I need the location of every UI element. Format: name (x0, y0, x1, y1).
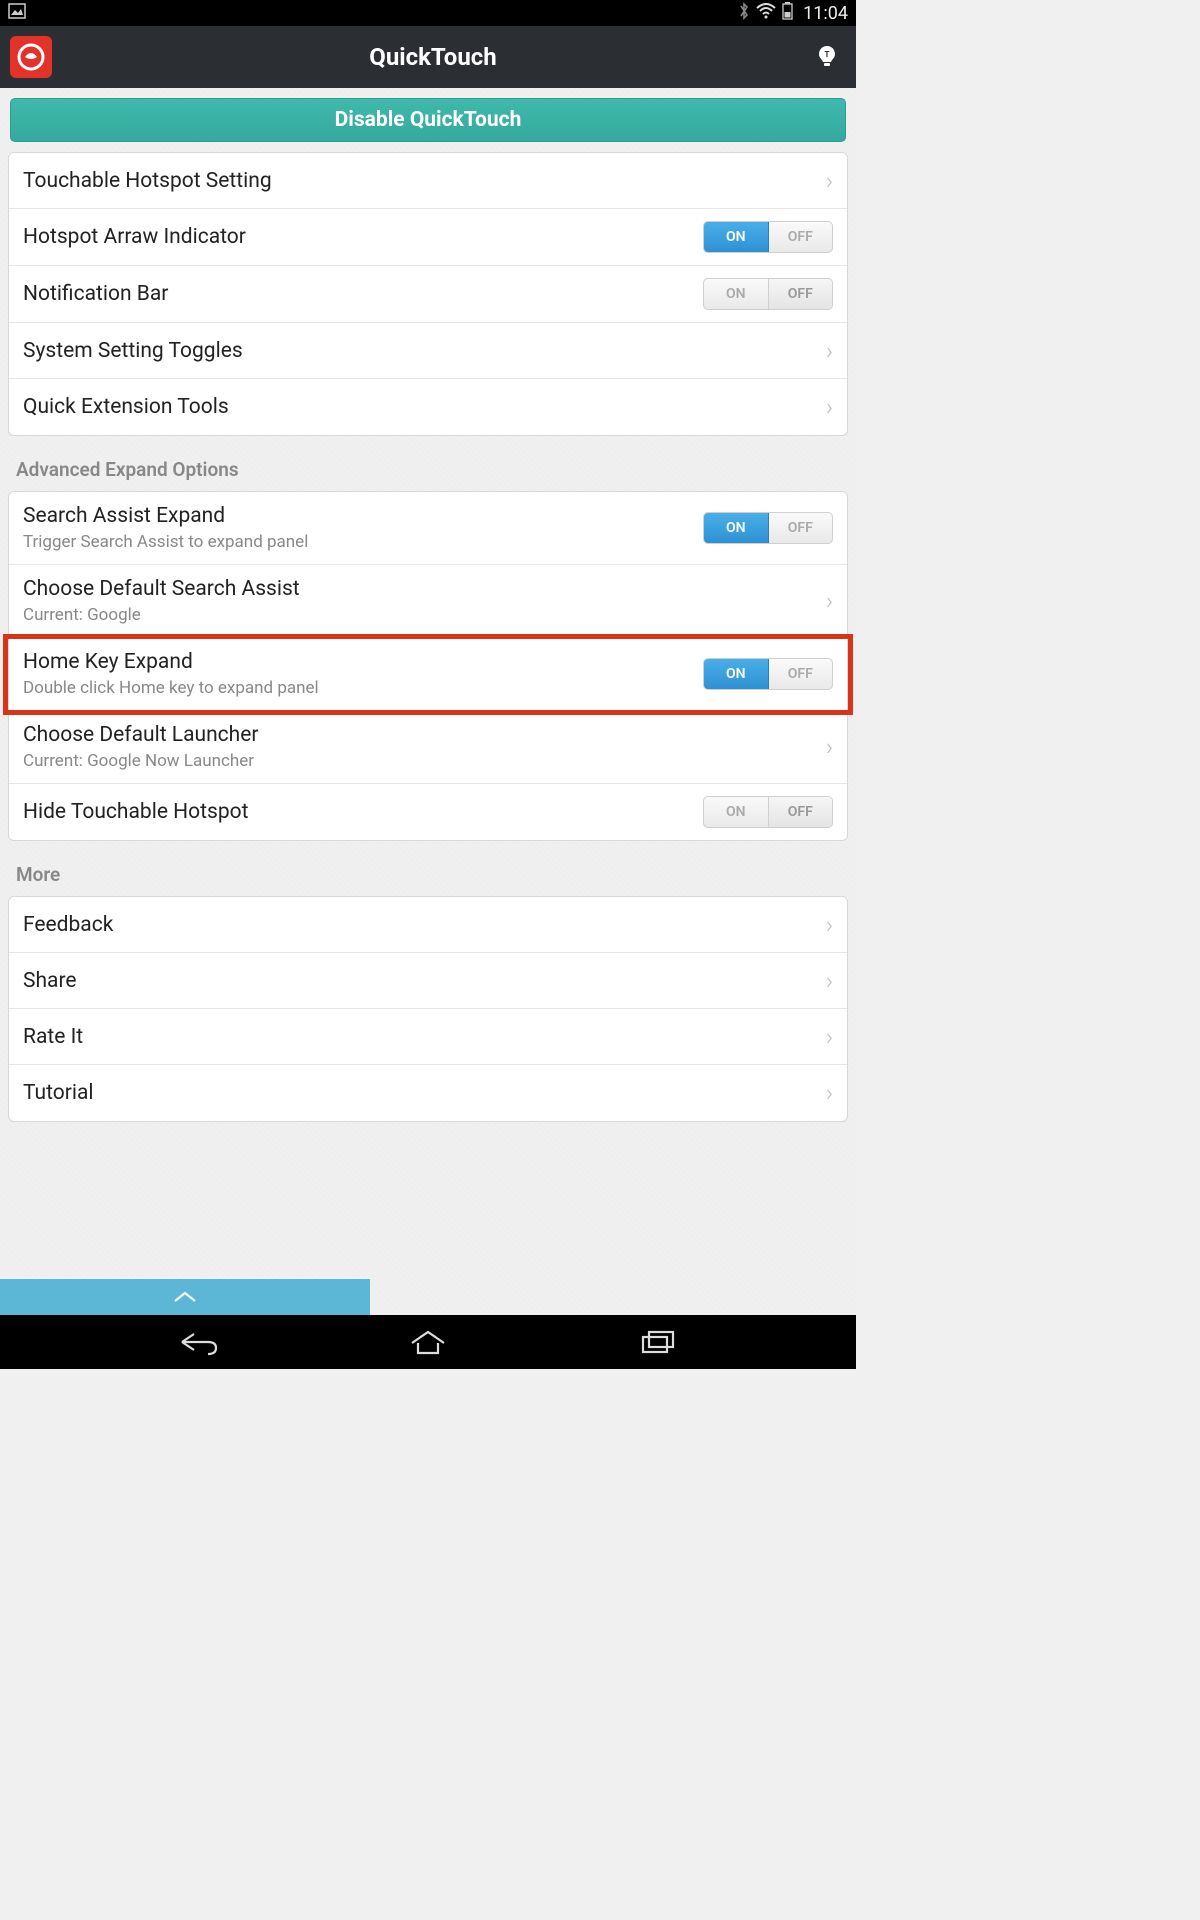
row-home-key-expand[interactable]: Home Key Expand Double click Home key to… (9, 638, 847, 711)
toggle-off-label: OFF (769, 222, 833, 252)
content-area: Disable QuickTouch Touchable Hotspot Set… (0, 88, 856, 1315)
row-title: Search Assist Expand (23, 504, 703, 528)
picture-icon (8, 3, 26, 23)
toggle-search-assist-expand[interactable]: ON OFF (703, 512, 833, 544)
row-title: Rate It (23, 1025, 818, 1049)
tips-icon[interactable]: T (814, 44, 840, 70)
row-hide-touchable-hotspot[interactable]: Hide Touchable Hotspot ON OFF (9, 784, 847, 840)
row-choose-search-assist[interactable]: Choose Default Search Assist Current: Go… (9, 565, 847, 638)
row-subtitle: Current: Google (23, 605, 818, 625)
row-rate-it[interactable]: Rate It › (9, 1009, 847, 1065)
status-bar: 11:04 (0, 0, 856, 26)
app-icon (10, 36, 52, 78)
row-title: Notification Bar (23, 282, 703, 306)
settings-group-more: Feedback › Share › Rate It › Tutorial › (8, 896, 848, 1122)
settings-group-advanced: Search Assist Expand Trigger Search Assi… (8, 491, 848, 841)
row-title: Hide Touchable Hotspot (23, 800, 703, 824)
app-title: QuickTouch (52, 43, 814, 71)
toggle-on-label: ON (704, 797, 769, 827)
chevron-right-icon: › (826, 911, 833, 939)
toggle-on-label: ON (704, 279, 769, 309)
row-title: Home Key Expand (23, 650, 703, 674)
row-choose-launcher[interactable]: Choose Default Launcher Current: Google … (9, 711, 847, 784)
toggle-notification-bar[interactable]: ON OFF (703, 278, 833, 310)
settings-group-main: Touchable Hotspot Setting › Hotspot Arra… (8, 152, 848, 436)
row-title: Feedback (23, 913, 818, 937)
row-search-assist-expand[interactable]: Search Assist Expand Trigger Search Assi… (9, 492, 847, 565)
app-header: QuickTouch T (0, 26, 856, 88)
toggle-on-label: ON (704, 513, 769, 543)
chevron-right-icon: › (826, 733, 833, 761)
section-header-more: More (0, 851, 856, 896)
battery-icon (782, 2, 793, 24)
row-notification-bar[interactable]: Notification Bar ON OFF (9, 266, 847, 323)
expand-panel-handle[interactable] (0, 1279, 370, 1315)
toggle-off-label: OFF (769, 513, 833, 543)
row-subtitle: Trigger Search Assist to expand panel (23, 532, 703, 552)
nav-bar (0, 1315, 856, 1369)
chevron-right-icon: › (826, 1023, 833, 1051)
section-header-advanced: Advanced Expand Options (0, 446, 856, 491)
toggle-on-label: ON (704, 659, 769, 689)
chevron-right-icon: › (826, 393, 833, 421)
row-share[interactable]: Share › (9, 953, 847, 1009)
toggle-hotspot-arrow[interactable]: ON OFF (703, 221, 833, 253)
toggle-on-label: ON (704, 222, 769, 252)
row-title: Tutorial (23, 1081, 818, 1105)
row-subtitle: Current: Google Now Launcher (23, 751, 818, 771)
toggle-off-label: OFF (769, 659, 833, 689)
row-touchable-hotspot-setting[interactable]: Touchable Hotspot Setting › (9, 153, 847, 209)
row-tutorial[interactable]: Tutorial › (9, 1065, 847, 1121)
row-quick-extension-tools[interactable]: Quick Extension Tools › (9, 379, 847, 435)
toggle-off-label: OFF (769, 797, 833, 827)
wifi-icon (756, 3, 776, 23)
row-system-setting-toggles[interactable]: System Setting Toggles › (9, 323, 847, 379)
row-title: Touchable Hotspot Setting (23, 169, 818, 193)
row-subtitle: Double click Home key to expand panel (23, 678, 703, 698)
chevron-right-icon: › (826, 337, 833, 365)
row-feedback[interactable]: Feedback › (9, 897, 847, 953)
toggle-hide-hotspot[interactable]: ON OFF (703, 796, 833, 828)
svg-text:T: T (825, 50, 830, 59)
toggle-home-key-expand[interactable]: ON OFF (703, 658, 833, 690)
nav-recent-button[interactable] (626, 1322, 690, 1362)
nav-home-button[interactable] (396, 1322, 460, 1362)
chevron-right-icon: › (826, 1079, 833, 1107)
nav-back-button[interactable] (166, 1322, 230, 1362)
chevron-right-icon: › (826, 967, 833, 995)
bluetooth-icon (738, 2, 750, 24)
row-title: Quick Extension Tools (23, 395, 818, 419)
row-title: Hotspot Arraw Indicator (23, 225, 703, 249)
row-title: Choose Default Launcher (23, 723, 818, 747)
toggle-off-label: OFF (769, 279, 833, 309)
chevron-right-icon: › (826, 587, 833, 615)
status-time: 11:04 (803, 3, 848, 24)
row-title: Share (23, 969, 818, 993)
row-title: System Setting Toggles (23, 339, 818, 363)
chevron-right-icon: › (826, 167, 833, 195)
row-hotspot-arrow-indicator[interactable]: Hotspot Arraw Indicator ON OFF (9, 209, 847, 266)
disable-quicktouch-button[interactable]: Disable QuickTouch (10, 98, 846, 142)
row-title: Choose Default Search Assist (23, 577, 818, 601)
